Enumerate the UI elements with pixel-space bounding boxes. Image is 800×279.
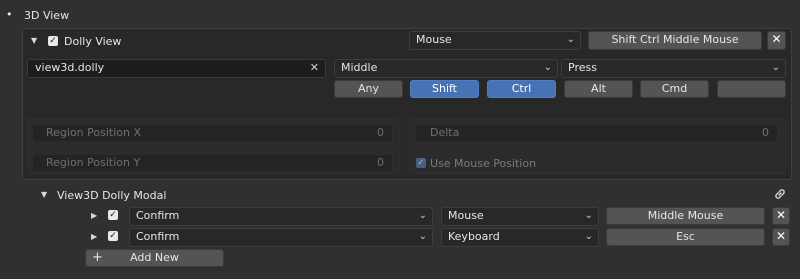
operator-id-value: view3d.dolly xyxy=(35,61,105,74)
event-dropdown[interactable]: Press ⌄ xyxy=(561,59,786,78)
modifier-label: Shift xyxy=(431,82,457,95)
modifier-cmd[interactable]: Cmd xyxy=(640,80,709,98)
triangle-down-icon[interactable]: ▼ xyxy=(41,190,47,199)
modal-input-type-dropdown[interactable]: Mouse ⌄ xyxy=(441,207,599,226)
delta-field[interactable]: Delta 0 xyxy=(415,124,778,142)
modal-item-checkbox[interactable]: ✓ xyxy=(108,231,118,241)
modifier-any[interactable]: Any xyxy=(334,80,403,98)
modifier-label: Alt xyxy=(591,82,606,95)
shortcut-label: Shift Ctrl Middle Mouse xyxy=(611,33,739,46)
modal-key-button[interactable]: Middle Mouse xyxy=(606,207,765,225)
keymap-item-checkbox[interactable]: ✓ xyxy=(48,36,58,46)
modifier-key[interactable] xyxy=(717,80,786,98)
button-value: Middle xyxy=(341,61,378,74)
chevron-down-icon: ⌄ xyxy=(771,62,780,73)
modifier-label: Ctrl xyxy=(511,82,532,95)
chevron-down-icon: ⌄ xyxy=(584,210,593,221)
modal-input-type-dropdown[interactable]: Keyboard ⌄ xyxy=(441,228,599,247)
chevron-down-icon: ⌄ xyxy=(584,231,593,242)
modal-action-value: Confirm xyxy=(136,209,180,222)
input-type-value: Mouse xyxy=(416,33,452,46)
modal-action-dropdown[interactable]: Confirm ⌄ xyxy=(129,228,433,247)
triangle-down-icon[interactable]: ▼ xyxy=(31,36,37,45)
close-icon: ✕ xyxy=(775,208,787,222)
keymap-item-name: Dolly View xyxy=(64,35,122,48)
modal-key-label: Esc xyxy=(676,230,695,243)
chevron-down-icon: ⌄ xyxy=(418,231,427,242)
use-mouse-position-checkbox[interactable]: ✓ xyxy=(416,158,426,168)
modal-input-type-value: Keyboard xyxy=(448,230,500,243)
shortcut-button[interactable]: Shift Ctrl Middle Mouse xyxy=(588,31,762,50)
region-position-x-field[interactable]: Region Position X 0 xyxy=(32,124,393,142)
modal-key-button[interactable]: Esc xyxy=(606,228,765,246)
plus-icon: + xyxy=(92,250,103,265)
use-mouse-position-label: Use Mouse Position xyxy=(430,157,537,170)
region-position-x-value: 0 xyxy=(377,126,384,139)
modal-title: View3D Dolly Modal xyxy=(57,189,167,202)
chevron-down-icon: ⌄ xyxy=(543,62,552,73)
add-new-button[interactable]: + Add New xyxy=(85,249,224,267)
modal-action-dropdown[interactable]: Confirm ⌄ xyxy=(129,207,433,226)
modal-item-checkbox[interactable]: ✓ xyxy=(108,210,118,220)
modifier-ctrl[interactable]: Ctrl xyxy=(487,80,556,98)
modifier-shift[interactable]: Shift xyxy=(410,80,479,98)
modal-input-type-value: Mouse xyxy=(448,209,484,222)
modifier-alt[interactable]: Alt xyxy=(564,80,633,98)
region-position-y-value: 0 xyxy=(377,156,384,169)
modal-action-value: Confirm xyxy=(136,230,180,243)
chevron-down-icon: ⌄ xyxy=(566,34,575,45)
chevron-down-icon: ⌄ xyxy=(418,210,427,221)
close-icon: ✕ xyxy=(771,32,782,46)
delta-label: Delta xyxy=(430,126,460,139)
delta-value: 0 xyxy=(762,126,769,139)
remove-item-button[interactable]: ✕ xyxy=(767,31,786,50)
clear-icon[interactable]: ✕ xyxy=(310,60,319,76)
link-icon[interactable] xyxy=(772,186,788,202)
modifier-label: Any xyxy=(357,82,379,95)
region-position-y-field[interactable]: Region Position Y 0 xyxy=(32,154,393,172)
button-dropdown[interactable]: Middle ⌄ xyxy=(334,59,558,78)
event-value: Press xyxy=(568,61,597,74)
modifier-label: Cmd xyxy=(661,82,688,95)
section-title: 3D View xyxy=(24,9,70,22)
modal-remove-button[interactable]: ✕ xyxy=(772,228,790,246)
triangle-right-icon[interactable]: ▶ xyxy=(91,211,97,220)
region-position-y-label: Region Position Y xyxy=(46,156,141,169)
modal-remove-button[interactable]: ✕ xyxy=(772,207,790,225)
bullet-icon: • xyxy=(6,8,13,21)
modal-key-label: Middle Mouse xyxy=(647,209,724,222)
triangle-right-icon[interactable]: ▶ xyxy=(91,232,97,241)
input-type-dropdown[interactable]: Mouse ⌄ xyxy=(409,31,581,50)
operator-id-field[interactable]: view3d.dolly ✕ xyxy=(27,59,326,78)
close-icon: ✕ xyxy=(775,229,787,243)
region-position-x-label: Region Position X xyxy=(46,126,142,139)
add-new-label: Add New xyxy=(130,251,179,264)
